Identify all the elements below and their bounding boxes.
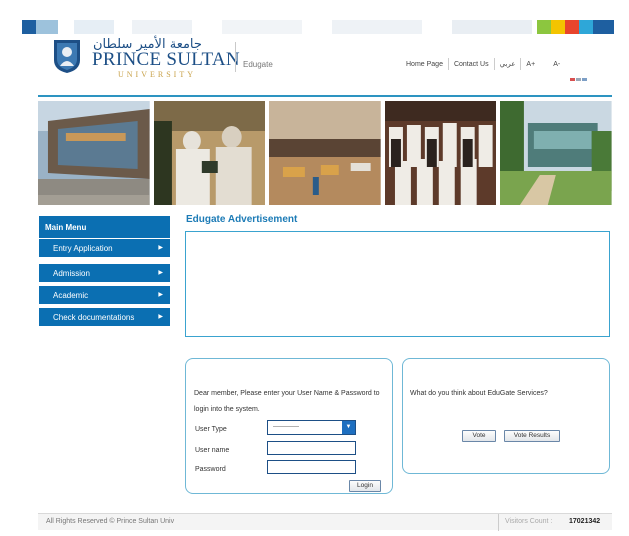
university-emblem-icon [52, 38, 82, 74]
officials-photo [153, 101, 266, 205]
theme-blue-swatch[interactable] [582, 78, 587, 81]
user-type-label: User Type [195, 426, 227, 433]
menu-item-label: Entry Application [53, 244, 113, 253]
poll-question: What do you think about EduGate Services… [410, 390, 548, 397]
copyright-text: All Rights Reserved © Prince Sultan Univ [46, 518, 175, 525]
header-pixel-bar [22, 20, 614, 34]
advertisement-panel [185, 231, 610, 337]
menu-item-admission[interactable]: Admission ▶ [39, 263, 170, 282]
chevron-right-icon: ▶ [158, 245, 163, 251]
hall-photo [269, 101, 381, 205]
dropdown-arrow-icon: ▼ [342, 421, 355, 434]
menu-item-label: Check documentations [53, 313, 135, 322]
header-divider [235, 42, 236, 72]
campus-photo [500, 101, 612, 205]
password-label: Password [195, 466, 226, 473]
group-photo [384, 101, 497, 205]
site-title: Edugate [243, 60, 273, 69]
page-footer: All Rights Reserved © Prince Sultan Univ… [38, 513, 612, 531]
username-label: User name [195, 447, 230, 454]
menu-item-academic[interactable]: Academic ▶ [39, 285, 170, 304]
contact-us-link[interactable]: Contact Us [454, 61, 489, 68]
font-decrease-link[interactable]: A- [553, 61, 560, 68]
home-page-link[interactable]: Home Page [406, 61, 443, 68]
font-increase-link[interactable]: A+ [526, 61, 535, 68]
top-navigation: Home Page Contact Us عربي A+ A- [406, 57, 560, 71]
menu-item-label: Academic [53, 291, 89, 300]
photo-banner [38, 101, 612, 205]
chevron-right-icon: ▶ [158, 292, 163, 298]
theme-color-switcher[interactable] [570, 78, 587, 81]
nav-separator [447, 58, 449, 70]
theme-gray-swatch[interactable] [576, 78, 581, 81]
poll-panel: What do you think about EduGate Services… [402, 358, 610, 474]
logo-english-text: PRINCE SULTAN [92, 49, 240, 70]
menu-item-label: Admission [53, 269, 90, 278]
login-message: Dear member, Please enter your User Name… [194, 390, 380, 413]
building-photo [38, 101, 150, 205]
chevron-right-icon: ▶ [158, 314, 163, 320]
site-header: جامعة الأمير سلطان PRINCE SULTAN UNIVERS… [38, 34, 612, 96]
login-button[interactable]: Login [349, 480, 381, 492]
main-menu: Main Menu Entry Application ▶ Admission … [39, 216, 170, 326]
nav-separator [493, 58, 495, 70]
menu-item-check-documentations[interactable]: Check documentations ▶ [39, 307, 170, 326]
visitors-count-label: Visitors Count : [505, 518, 553, 525]
theme-red-swatch[interactable] [570, 78, 575, 81]
vote-button[interactable]: Vote [462, 430, 496, 442]
password-input[interactable] [267, 460, 356, 474]
username-input[interactable] [267, 441, 356, 455]
vote-results-button[interactable]: Vote Results [504, 430, 560, 442]
visitors-count-value: 17021342 [569, 518, 601, 525]
nav-separator [520, 58, 522, 70]
main-menu-title: Main Menu [39, 216, 170, 238]
advertisement-title: Edugate Advertisement [186, 214, 298, 225]
arabic-language-link[interactable]: عربي [500, 60, 516, 68]
user-type-value: ------------- [273, 424, 299, 430]
chevron-right-icon: ▶ [158, 270, 163, 276]
header-rule [38, 95, 612, 97]
menu-item-entry-application[interactable]: Entry Application ▶ [39, 238, 170, 257]
login-panel: Dear member, Please enter your User Name… [185, 358, 393, 494]
footer-divider [498, 514, 499, 531]
logo-university-text: UNIVERSITY [118, 70, 196, 79]
user-type-select[interactable]: ------------- ▼ [267, 420, 356, 435]
